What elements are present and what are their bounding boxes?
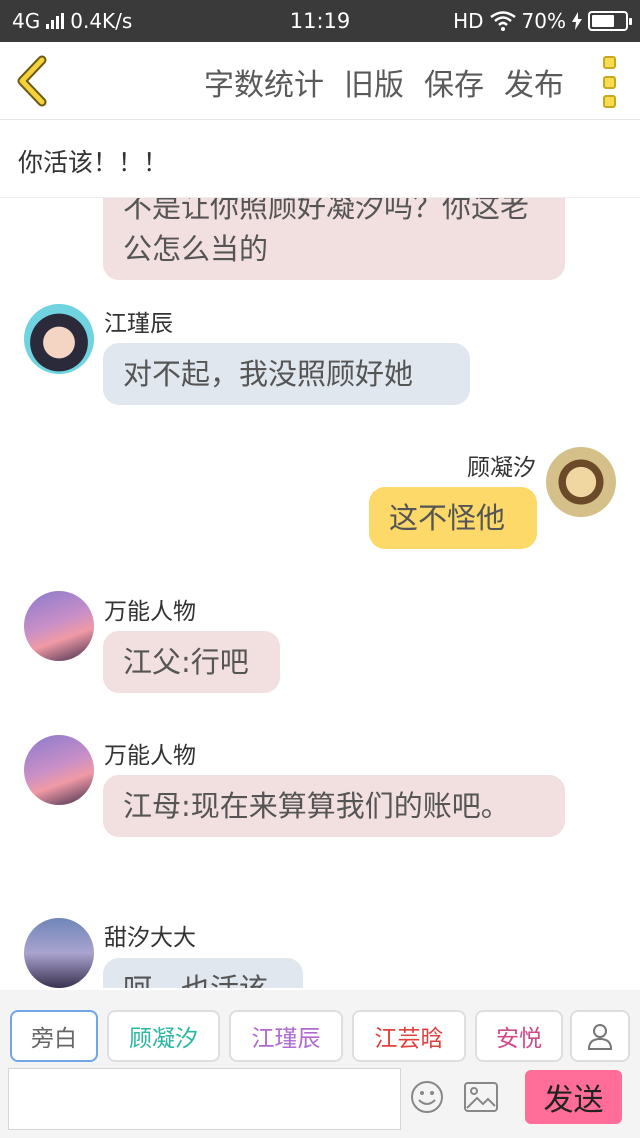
message-bubble[interactable]: 呵，也活该	[103, 958, 303, 988]
send-button[interactable]: 发送	[525, 1070, 622, 1124]
speaker-name: 甜汐大大	[104, 925, 196, 951]
add-character-button[interactable]	[570, 1010, 630, 1062]
avatar[interactable]	[546, 447, 616, 517]
message-bubble[interactable]: 对不起，我没照顾好她	[103, 343, 470, 406]
status-right: HD 70%	[453, 9, 632, 33]
save-button[interactable]: 保存	[424, 60, 484, 104]
message-input[interactable]	[8, 1068, 401, 1130]
more-dot-icon	[602, 56, 616, 69]
story-title[interactable]: 你活该！！！	[0, 121, 640, 198]
character-chip[interactable]: 顾凝汐	[107, 1010, 220, 1062]
avatar[interactable]	[24, 304, 94, 374]
publish-button[interactable]: 发布	[504, 60, 564, 104]
more-dot-icon	[602, 75, 616, 89]
old-version-button[interactable]: 旧版	[344, 60, 404, 104]
more-menu-button[interactable]	[596, 56, 622, 108]
chat-list[interactable]: 不是让你照顾好凝汐吗？你这老公怎么当的 江瑾辰 对不起，我没照顾好她 顾凝汐 这…	[0, 198, 640, 988]
character-chip[interactable]: 江芸晗	[352, 1010, 466, 1062]
speaker-name: 江瑾辰	[104, 311, 173, 337]
message-bubble[interactable]: 不是让你照顾好凝汐吗？你这老公怎么当的	[103, 198, 565, 281]
charging-icon	[572, 12, 582, 30]
emoji-icon[interactable]	[410, 1080, 444, 1114]
avatar[interactable]	[24, 918, 94, 988]
avatar[interactable]	[24, 735, 94, 805]
toolbar-actions: 字数统计 旧版 保存 发布	[204, 60, 564, 104]
status-bar: 4G 0.4K/s 11:19 HD 70%	[0, 0, 640, 42]
input-row: 发送	[0, 1066, 640, 1138]
top-toolbar: 字数统计 旧版 保存 发布	[0, 42, 640, 120]
more-dot-icon	[602, 95, 616, 108]
message-bubble[interactable]: 这不怪他	[369, 487, 537, 550]
character-chip[interactable]: 安悦	[475, 1010, 563, 1062]
speaker-name: 顾凝汐	[467, 455, 536, 481]
character-chip[interactable]: 江瑾辰	[229, 1010, 343, 1062]
message-bubble[interactable]: 江父:行吧	[103, 631, 280, 694]
speaker-name: 万能人物	[104, 599, 196, 625]
user-icon	[587, 1024, 613, 1050]
image-icon[interactable]	[464, 1082, 498, 1112]
wifi-icon	[489, 11, 516, 31]
character-chip-narrator[interactable]: 旁白	[10, 1010, 98, 1062]
chevron-left-icon	[17, 55, 47, 107]
avatar[interactable]	[24, 591, 94, 661]
hd-indicator: HD	[453, 9, 484, 33]
speaker-name: 万能人物	[104, 743, 196, 769]
word-count-button[interactable]: 字数统计	[204, 60, 324, 104]
battery-icon	[588, 11, 632, 31]
back-button[interactable]	[10, 54, 60, 108]
message-bubble[interactable]: 江母:现在来算算我们的账吧。	[103, 775, 565, 838]
character-selector: 旁白 顾凝汐 江瑾辰 江芸晗 安悦	[0, 990, 640, 1066]
battery-percent: 70%	[521, 9, 566, 33]
